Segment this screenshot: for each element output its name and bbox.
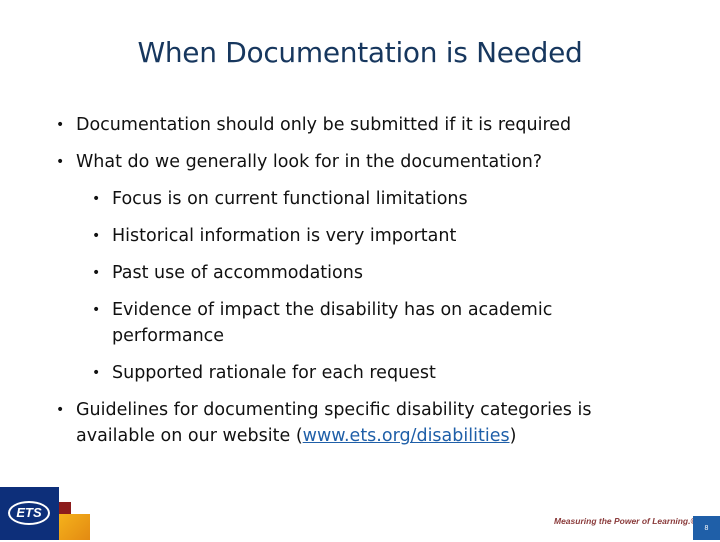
bullet-icon: • bbox=[92, 365, 101, 381]
logo-blue-square: ETS bbox=[0, 487, 59, 540]
logo-red-square bbox=[59, 502, 71, 514]
slide-content: • Documentation should only be submitted… bbox=[56, 112, 656, 460]
sub-bullet-text: Supported rationale for each request bbox=[112, 363, 436, 383]
bullet-icon: • bbox=[56, 117, 65, 133]
sub-bullet-text: Past use of accommodations bbox=[112, 263, 363, 283]
tagline: Measuring the Power of Learning.® bbox=[554, 516, 697, 526]
bullet-item: • Guidelines for documenting specific di… bbox=[56, 397, 616, 449]
sub-bullet-item: • Evidence of impact the disability has … bbox=[56, 297, 592, 349]
bullet-icon: • bbox=[92, 265, 101, 281]
sub-bullet-item: • Focus is on current functional limitat… bbox=[56, 186, 656, 212]
bullet-icon: • bbox=[92, 191, 101, 207]
bullet-text-end: ) bbox=[509, 426, 517, 446]
bullet-text: What do we generally look for in the doc… bbox=[76, 152, 543, 172]
bullet-icon: • bbox=[92, 228, 101, 244]
bullet-icon: • bbox=[92, 302, 101, 318]
sub-bullet-text: Historical information is very important bbox=[112, 226, 457, 246]
bullet-text: Documentation should only be submitted i… bbox=[76, 115, 572, 135]
sub-bullet-text: Evidence of impact the disability has on… bbox=[112, 300, 553, 346]
slide-title: When Documentation is Needed bbox=[137, 36, 583, 69]
bullet-item: • Documentation should only be submitted… bbox=[56, 112, 656, 138]
bullet-item: • What do we generally look for in the d… bbox=[56, 149, 656, 175]
disabilities-website-link[interactable]: www.ets.org/disabilities bbox=[303, 426, 510, 446]
sub-bullet-item: • Past use of accommodations bbox=[56, 260, 656, 286]
bullet-icon: • bbox=[56, 402, 65, 418]
sub-bullet-item: • Historical information is very importa… bbox=[56, 223, 656, 249]
sub-bullet-item: • Supported rationale for each request bbox=[56, 360, 656, 386]
logo-orange-square bbox=[59, 514, 90, 540]
bullet-icon: • bbox=[56, 154, 65, 170]
ets-logo-text: ETS bbox=[8, 501, 50, 525]
page-number: 8 bbox=[693, 516, 720, 540]
sub-bullet-text: Focus is on current functional limitatio… bbox=[112, 189, 468, 209]
